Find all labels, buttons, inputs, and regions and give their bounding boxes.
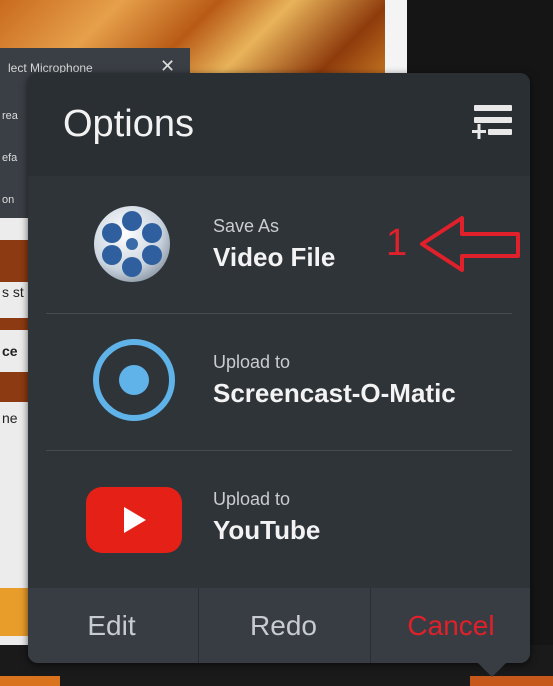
option-upload-screencast[interactable]: Upload to Screencast-O-Matic <box>28 314 530 452</box>
background-text: s st <box>2 284 24 300</box>
cancel-button[interactable]: Cancel <box>372 588 530 663</box>
microphone-option-label: efa <box>2 152 18 164</box>
screencast-record-icon <box>93 339 175 421</box>
annotation-number: 1 <box>386 222 408 264</box>
option-upload-youtube[interactable]: Upload to YouTube <box>28 451 530 589</box>
microphone-option-label: rea <box>2 110 18 122</box>
edit-button[interactable]: Edit <box>28 588 195 663</box>
youtube-play-icon <box>86 487 182 553</box>
background-text: ne <box>2 410 18 426</box>
microphone-option-label: on <box>2 194 15 206</box>
option-action-label: Save As <box>213 216 280 236</box>
menu-add-icon[interactable] <box>470 103 514 143</box>
option-target-label: Screencast-O-Matic <box>213 378 456 408</box>
dialog-header: Options <box>28 73 530 176</box>
dialog-footer: Edit Redo Cancel <box>28 588 530 663</box>
film-reel-icon <box>94 206 170 282</box>
divider <box>198 588 199 663</box>
option-action-label: Upload to <box>213 352 291 372</box>
background-bottom-accent <box>470 676 553 686</box>
background-bottom-accent <box>0 676 60 686</box>
microphone-options-side: rea efa on <box>0 88 30 218</box>
options-dialog: Options Save As Video File Upload to Scr… <box>28 73 530 663</box>
redo-button[interactable]: Redo <box>200 588 367 663</box>
divider <box>370 588 371 663</box>
background-strip <box>385 0 407 80</box>
dialog-title: Options <box>63 103 194 145</box>
option-action-label: Upload to <box>213 489 291 509</box>
background-text: ce <box>2 343 18 359</box>
option-target-label: Video File <box>213 242 336 272</box>
annotation-arrow-icon <box>420 216 520 272</box>
dialog-pointer <box>478 663 506 677</box>
option-target-label: YouTube <box>213 515 321 545</box>
